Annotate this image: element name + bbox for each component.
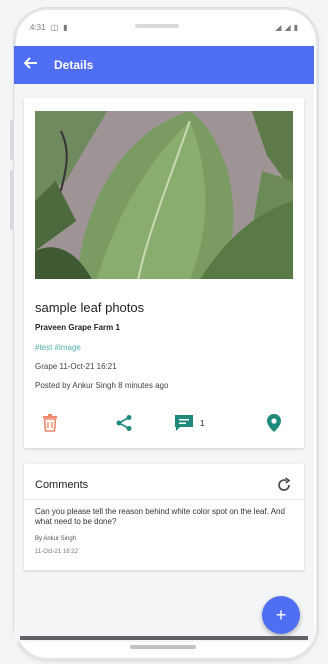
side-button <box>10 170 13 230</box>
comment-button[interactable]: 1 <box>174 408 222 438</box>
speaker-grille <box>135 24 179 28</box>
comments-header: Comments <box>35 479 89 491</box>
sim-icon: ◫ <box>50 22 59 32</box>
comment-time: 11-Oct-21 16:22 <box>35 549 78 555</box>
comments-card: Comments Can you please tell the reason … <box>24 464 304 570</box>
posted-by: Posted by Ankur Singh 8 minutes ago <box>35 381 169 390</box>
back-button[interactable] <box>14 56 48 74</box>
battery-icon: ▮ <box>293 22 298 32</box>
post-photo[interactable] <box>35 111 293 279</box>
post-tags[interactable]: #test #image <box>35 343 81 352</box>
app-bar: Details <box>14 46 314 84</box>
post-title: sample leaf photos <box>35 300 145 315</box>
side-button <box>10 120 13 160</box>
crop-date: Grape 11-Oct-21 16:21 <box>35 362 117 371</box>
refresh-button[interactable] <box>273 474 295 496</box>
home-indicator[interactable] <box>130 645 196 649</box>
location-pin-icon <box>267 414 281 432</box>
arrow-left-icon <box>23 57 37 69</box>
page-title: Details <box>54 58 94 72</box>
share-icon <box>116 415 132 431</box>
share-button[interactable] <box>110 408 138 438</box>
refresh-icon <box>278 477 291 491</box>
navigation-bar <box>20 636 308 640</box>
comment-text: Can you please tell the reason behind wh… <box>35 507 285 526</box>
add-button[interactable]: + <box>262 596 300 634</box>
wifi-icon: ◢ <box>275 22 282 32</box>
comment-count: 1 <box>200 418 205 428</box>
notification-icon: ▮ <box>63 22 68 32</box>
location-button[interactable] <box>260 408 288 438</box>
post-actions: 1 <box>24 408 304 438</box>
post-card: sample leaf photos Praveen Grape Farm 1 … <box>24 98 304 448</box>
details-content: sample leaf photos Praveen Grape Farm 1 … <box>14 84 314 642</box>
signal-icon: ◢ <box>284 22 291 32</box>
trash-icon <box>43 414 57 432</box>
status-time: 4:31 <box>30 22 46 32</box>
divider <box>24 499 304 500</box>
comment-author: By Ankur Singh <box>35 536 77 542</box>
farm-name: Praveen Grape Farm 1 <box>35 323 120 332</box>
delete-button[interactable] <box>36 408 64 438</box>
comment-icon <box>175 415 193 431</box>
